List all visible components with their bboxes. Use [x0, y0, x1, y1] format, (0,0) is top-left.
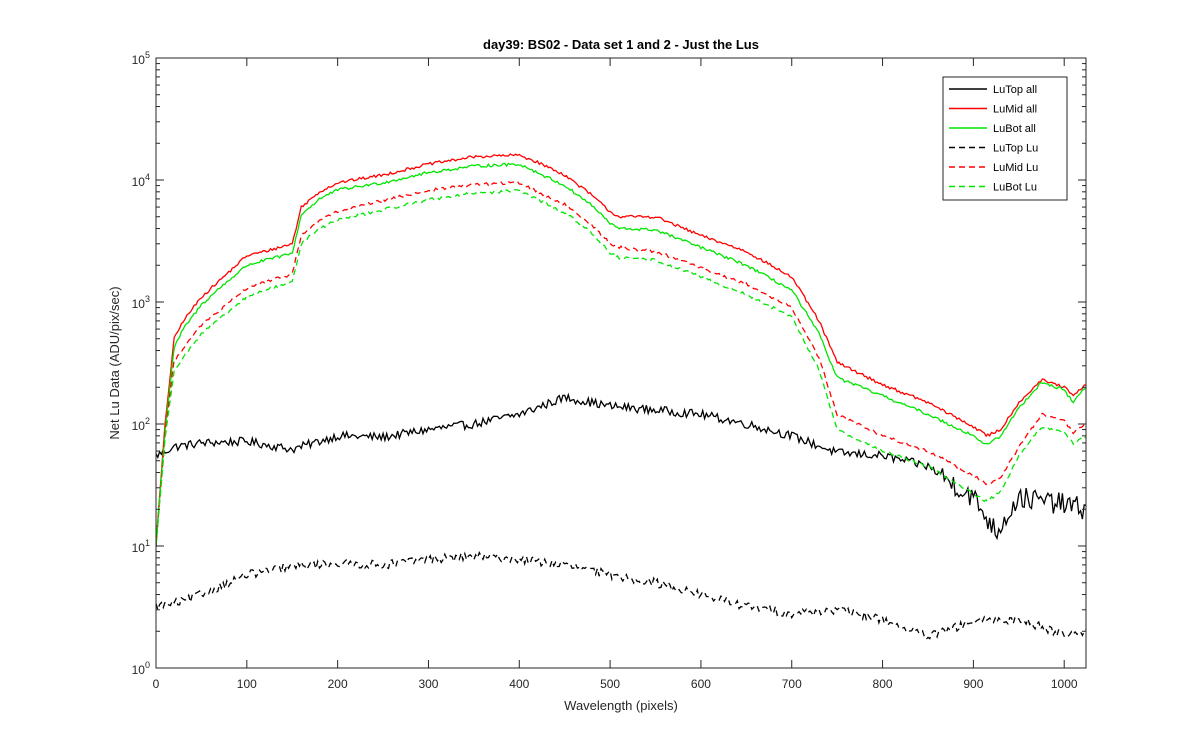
y-tick-label: 103: [132, 294, 150, 311]
legend-label: LuBot Lu: [993, 182, 1037, 194]
x-tick-label: 100: [237, 677, 257, 691]
y-tick-label: 102: [132, 416, 150, 433]
y-tick-label: 105: [132, 50, 150, 67]
legend-label: LuMid all: [993, 104, 1037, 116]
legend: LuTop all LuMid all LuBot all LuTop Lu LuMid…: [942, 76, 1068, 201]
legend-label: LuBot all: [993, 123, 1036, 135]
y-tick-label: 100: [132, 660, 150, 677]
x-tick-label: 700: [782, 677, 802, 691]
x-tick-label: 500: [600, 677, 620, 691]
chart-title: day39: BS02 - Data set 1 and 2 - Just th…: [483, 37, 759, 52]
y-tick-label: 104: [132, 172, 150, 189]
x-tick-label: 400: [509, 677, 529, 691]
legend-label: LuTop all: [993, 84, 1037, 96]
legend-label: LuTop Lu: [993, 143, 1038, 155]
x-tick-label: 0: [153, 677, 160, 691]
x-tick-label: 800: [873, 677, 893, 691]
x-tick-label: 1000: [1051, 677, 1078, 691]
x-tick-label: 900: [963, 677, 983, 691]
y-axis-label: Net Lu Data (ADU/pix/sec): [107, 286, 122, 439]
x-tick-label: 200: [328, 677, 348, 691]
legend-label: LuMid Lu: [993, 162, 1038, 174]
line-chart: day39: BS02 - Data set 1 and 2 - Just th…: [107, 37, 1087, 713]
x-tick-label: 300: [418, 677, 438, 691]
y-tick-label: 101: [132, 538, 150, 555]
x-axis-label: Wavelength (pixels): [564, 698, 678, 713]
x-tick-label: 600: [691, 677, 711, 691]
